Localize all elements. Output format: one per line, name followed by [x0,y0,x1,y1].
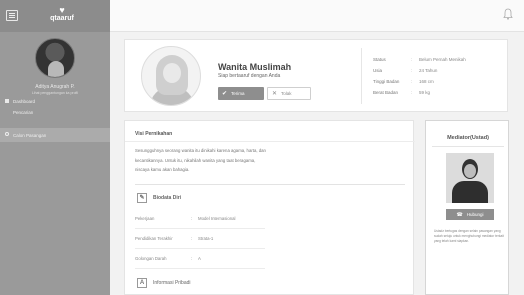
stat-separator: : [411,68,413,73]
mediator-photo [446,153,494,203]
candidate-stats: Status : Belum Pernah Menikah Usia : 24 … [373,54,466,98]
candidate-photo [141,46,201,106]
biodata-key: Golongan Darah [135,256,167,261]
bell-icon[interactable] [503,8,513,20]
biodata-row: Pendidikan Terakhir : Strata-1 [135,236,214,241]
divider [125,141,415,142]
candidate-name: Wanita Muslimah [218,62,292,72]
avatar[interactable] [35,38,75,78]
circle-icon [5,132,9,136]
menu-toggle-icon[interactable] [6,10,18,21]
stat-value: 24 Tahun [419,68,438,73]
mediator-description: Ustadz bertugas dengan selain pasangan y… [434,229,504,243]
edit-icon: ✎ [137,193,147,203]
visi-line-3: niscaya kamu akan bahagia. [135,167,190,172]
candidate-detail-card: Visi Pernikahan Sesungguhnya seorang wan… [124,120,415,295]
contact-label: Hubungi [466,212,484,217]
divider [135,184,405,185]
biodata-key: Pekerjaan [135,216,155,221]
stat-row: Status : Belum Pernah Menikah [373,54,466,65]
biodata-title: Biodata Diri [153,195,182,201]
sidebar-item-dashboard[interactable]: Dashboard [0,95,110,107]
close-icon: ✕ [272,91,278,97]
biodata-row: Golongan Darah : A [135,256,201,261]
contact-mediator-button[interactable]: ☎ Hubungi [446,209,494,220]
stat-key: Berat Badan [373,90,399,95]
sidebar-item-label: Dashboard [13,98,36,104]
topbar [110,0,524,32]
app-logo[interactable]: ♥ qtaaruf [44,6,80,26]
stat-key: Tinggi Badan [373,79,400,84]
document-icon: A [137,278,147,288]
sidebar-item-pencarian[interactable]: Pencarian [0,107,110,117]
stat-separator: : [411,90,413,95]
stat-key: Status [373,57,386,62]
mediator-title: Mediator(Ustad) [447,135,489,141]
sidebar-item-label: Calon Pasangan [13,132,47,138]
info-heading: A Informasi Pribadi [137,278,191,288]
visi-title: Visi Pernikahan [135,131,173,137]
stat-separator: : [411,79,413,84]
profile-name: Aditya Anugrah P. [35,84,75,90]
accept-label: Terima [231,91,245,96]
sidebar-menu: Dashboard Pencarian Calon Pasangan [0,95,110,142]
divider [432,146,504,147]
biodata-value: Model Internasional [198,216,236,221]
reject-button[interactable]: ✕ Tolak [267,87,311,100]
stat-value: 168 cm [419,79,434,84]
sidebar-item-calon-pasangan[interactable]: Calon Pasangan [0,128,110,142]
candidate-subtitle: Siap bertaaruf dengan Anda [218,73,281,79]
sidebar-profile: Aditya Anugrah P. Lihat penggantungan ka… [0,38,110,95]
biodata-value: A [198,256,201,261]
candidate-profile-card: Wanita Muslimah Siap bertaaruf dengan An… [124,39,508,112]
divider [361,48,362,104]
reject-label: Tolak [281,91,292,96]
stat-value: 59 kg [419,90,431,95]
logo-text: qtaaruf [50,15,74,22]
visi-line-2: kecantikannya. Untuk itu, nikahilah wani… [135,157,256,163]
phone-icon: ☎ [456,211,463,218]
info-title: Informasi Pribadi [153,280,191,286]
sidebar-header: ♥ qtaaruf [0,0,110,32]
dashboard-icon [5,99,9,103]
biodata-value: Strata-1 [198,236,214,241]
stat-key: Usia [373,68,383,73]
stat-row: Tinggi Badan : 168 cm [373,76,466,87]
heart-icon: ♥ [59,5,65,15]
biodata-row: Pekerjaan : Model Internasional [135,216,236,221]
biodata-key: Pendidikan Terakhir [135,236,173,241]
stat-value: Belum Pernah Menikah [419,57,466,62]
accept-button[interactable]: ✔ Terima [218,87,264,100]
stat-separator: : [411,57,413,62]
biodata-heading: ✎ Biodata Diri [137,193,181,203]
check-icon: ✔ [222,91,228,97]
visi-line-1: Sesungguhnya seorang wanita itu dinikahi… [135,148,266,153]
stat-row: Usia : 24 Tahun [373,65,466,76]
sidebar-item-label: Pencarian [13,109,34,115]
sidebar: ♥ qtaaruf Aditya Anugrah P. Lihat pengga… [0,0,110,295]
stat-row: Berat Badan : 59 kg [373,87,466,98]
visi-text: Sesungguhnya seorang wanita itu dinikahi… [135,146,355,175]
mediator-card: Mediator(Ustad) ☎ Hubungi Ustadz bertuga… [425,120,509,295]
